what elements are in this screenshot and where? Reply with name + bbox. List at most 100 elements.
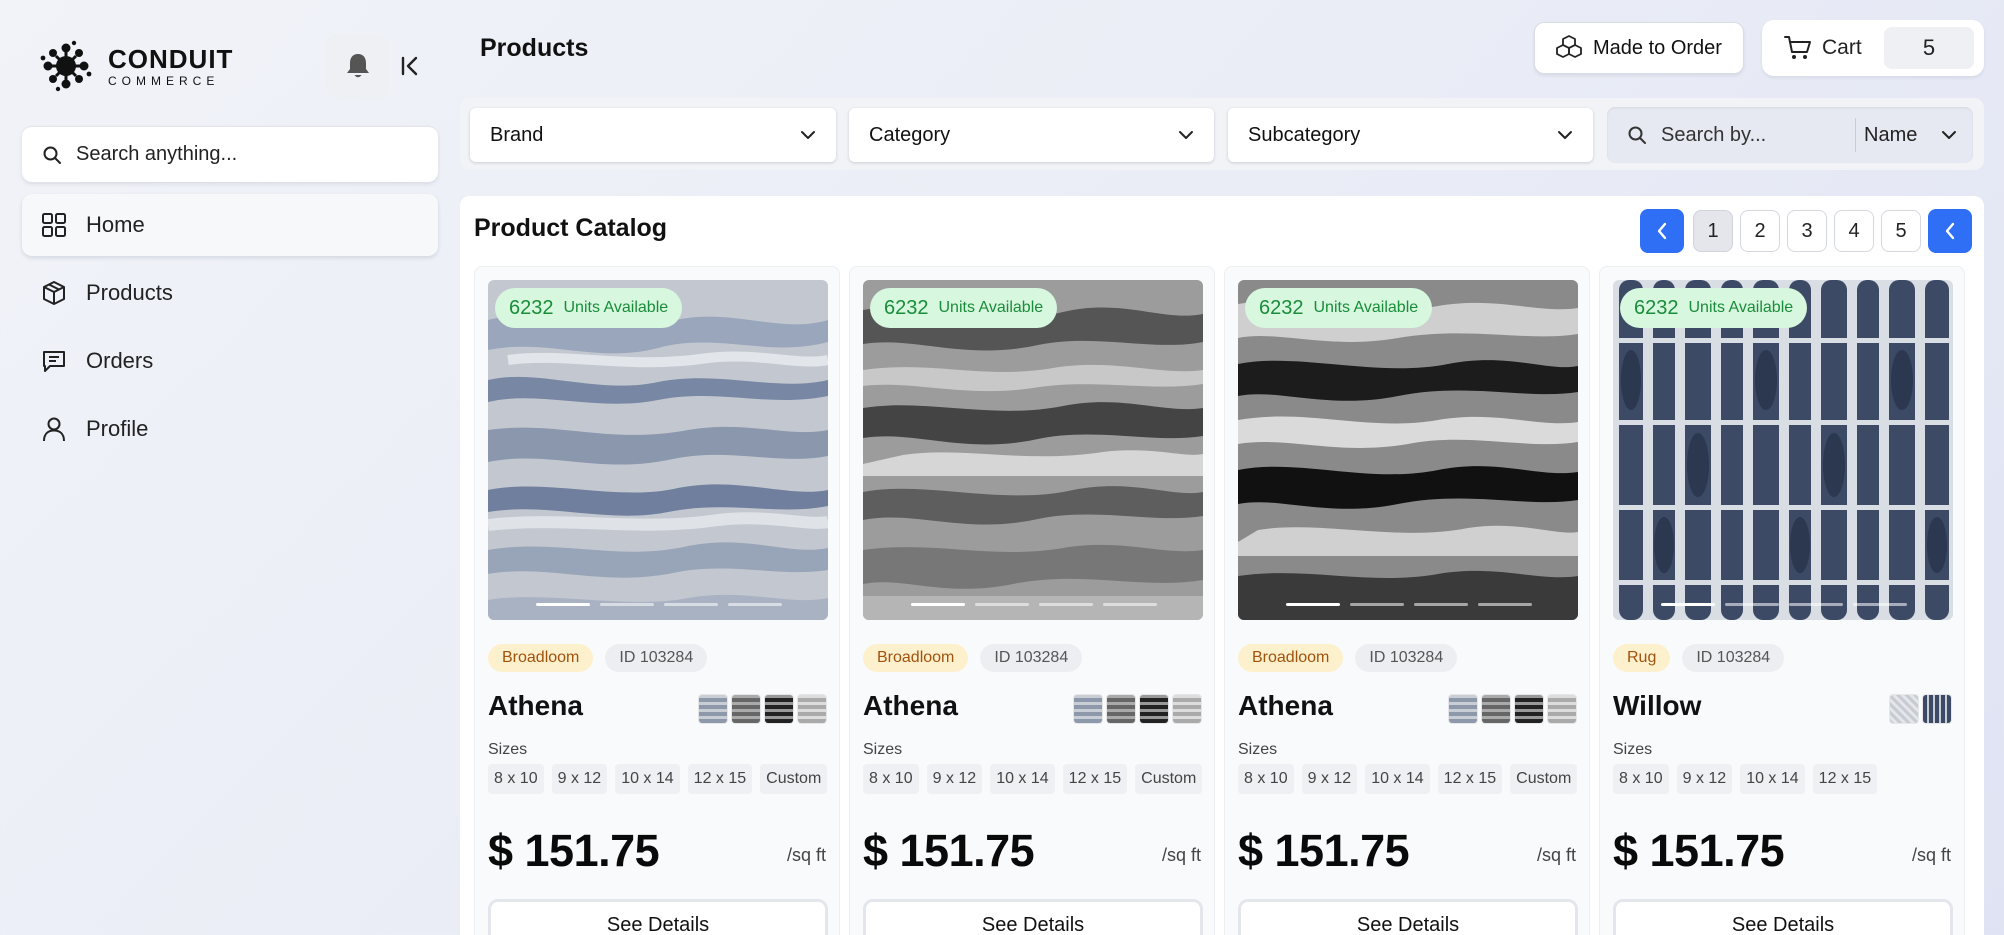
sidebar-item-orders[interactable]: Orders (22, 330, 438, 392)
color-swatch[interactable] (765, 695, 793, 723)
color-swatch[interactable] (1074, 695, 1102, 723)
page-button-4[interactable]: 4 (1834, 210, 1874, 252)
product-card[interactable]: 6232 Units Available Rug ID 103284 Willo… (1599, 266, 1965, 935)
cubes-icon (1556, 35, 1582, 58)
sidebar-item-products[interactable]: Products (22, 262, 438, 324)
subcategory-dropdown[interactable]: Subcategory (1228, 108, 1593, 162)
color-swatch[interactable] (732, 695, 760, 723)
chevron-down-icon (1179, 131, 1193, 139)
price-unit: /sq ft (1911, 845, 1951, 865)
collapse-sidebar-button[interactable] (398, 50, 422, 82)
see-details-button[interactable]: See Details (1238, 899, 1578, 935)
made-to-order-button[interactable]: Made to Order (1534, 22, 1744, 74)
user-icon (40, 415, 68, 443)
see-details-button[interactable]: See Details (863, 899, 1203, 935)
color-swatch[interactable] (1482, 695, 1510, 723)
sidebar-item-profile[interactable]: Profile (22, 398, 438, 460)
page-button-2[interactable]: 2 (1740, 210, 1780, 252)
color-swatch[interactable] (1923, 695, 1951, 723)
size-option[interactable]: 10 x 14 (1740, 764, 1805, 794)
size-option[interactable]: 10 x 14 (615, 764, 680, 794)
prev-page-button[interactable] (1640, 209, 1684, 253)
color-swatch[interactable] (1140, 695, 1168, 723)
page-button-1[interactable]: 1 (1693, 210, 1733, 252)
size-option[interactable]: 12 x 15 (1437, 764, 1503, 794)
size-option[interactable]: 8 x 10 (1238, 764, 1294, 794)
color-swatch[interactable] (1515, 695, 1543, 723)
price-unit: /sq ft (1161, 845, 1201, 865)
size-option[interactable]: 12 x 15 (687, 764, 753, 794)
color-swatch[interactable] (1107, 695, 1135, 723)
price-unit: /sq ft (786, 845, 826, 865)
page-title: Products (480, 34, 589, 62)
size-option[interactable]: 8 x 10 (863, 764, 919, 794)
size-option[interactable]: 10 x 14 (990, 764, 1055, 794)
size-option[interactable]: 9 x 12 (1301, 764, 1358, 794)
sidebar-item-home[interactable]: Home (22, 194, 438, 256)
size-options: 8 x 10 9 x 12 10 x 14 12 x 15 (1613, 764, 1885, 794)
notifications-button[interactable] (326, 34, 390, 98)
color-swatch[interactable] (1173, 695, 1201, 723)
product-card[interactable]: 6232 Units Available Broadloom ID 103284… (849, 266, 1215, 935)
product-card[interactable]: 6232 Units Available Broadloom ID 103284… (1224, 266, 1590, 935)
image-carousel-indicators[interactable] (911, 603, 1167, 606)
see-details-button[interactable]: See Details (488, 899, 828, 935)
product-type-tag: Broadloom (1238, 644, 1344, 672)
price-unit: /sq ft (1536, 845, 1576, 865)
color-swatch[interactable] (1449, 695, 1477, 723)
product-image[interactable]: 6232 Units Available (1238, 280, 1578, 620)
size-option[interactable]: 8 x 10 (1613, 764, 1669, 794)
next-page-button[interactable] (1928, 209, 1972, 253)
size-option[interactable]: 8 x 10 (488, 764, 544, 794)
search-field-select[interactable]: Name (1856, 124, 1973, 147)
chevron-left-icon (1945, 222, 1955, 240)
logo-icon (40, 40, 92, 92)
color-swatches (1069, 695, 1201, 723)
product-search-placeholder: Search by... (1661, 123, 1767, 146)
color-swatches (1444, 695, 1576, 723)
product-search-input[interactable]: Search by... (1607, 124, 1855, 147)
size-options: 8 x 10 9 x 12 10 x 14 12 x 15 Custom (488, 764, 835, 794)
color-swatch[interactable] (798, 695, 826, 723)
cart-button[interactable]: Cart 5 (1762, 20, 1984, 76)
see-details-button[interactable]: See Details (1613, 899, 1953, 935)
size-option[interactable]: 9 x 12 (926, 764, 983, 794)
product-image[interactable]: 6232 Units Available (488, 280, 828, 620)
size-option[interactable]: Custom (1510, 764, 1578, 794)
page-button-3[interactable]: 3 (1787, 210, 1827, 252)
catalog-title: Product Catalog (474, 214, 668, 242)
units-available-badge: 6232 Units Available (1245, 288, 1433, 328)
color-swatch[interactable] (1548, 695, 1576, 723)
brand-logo[interactable]: CONDUIT COMMERCE (40, 40, 233, 92)
size-option[interactable]: 9 x 12 (551, 764, 608, 794)
size-option[interactable]: 10 x 14 (1365, 764, 1430, 794)
product-image[interactable]: 6232 Units Available (863, 280, 1203, 620)
message-icon (40, 347, 68, 375)
image-carousel-indicators[interactable] (1286, 603, 1542, 606)
brand-dropdown[interactable]: Brand (470, 108, 836, 162)
made-to-order-label: Made to Order (1593, 36, 1722, 59)
global-search-input[interactable]: Search anything... (22, 126, 438, 182)
size-option[interactable]: Custom (1135, 764, 1203, 794)
product-type-tag: Rug (1613, 644, 1671, 672)
size-option[interactable]: 9 x 12 (1676, 764, 1733, 794)
units-count: 6232 (509, 296, 554, 319)
size-option[interactable]: 12 x 15 (1812, 764, 1878, 794)
size-option[interactable]: Custom (760, 764, 828, 794)
color-swatch[interactable] (1890, 695, 1918, 723)
brand-subtitle: COMMERCE (108, 73, 220, 88)
page-button-5[interactable]: 5 (1881, 210, 1921, 252)
collapse-icon (401, 56, 418, 76)
brand-name: CONDUIT (108, 43, 234, 74)
image-carousel-indicators[interactable] (1661, 603, 1917, 606)
category-dropdown[interactable]: Category (849, 108, 1214, 162)
product-price: $ 151.75 (1613, 825, 1785, 876)
product-card[interactable]: 6232 Units Available Broadloom ID 103284… (474, 266, 840, 935)
color-swatch[interactable] (699, 695, 727, 723)
search-icon (1628, 126, 1646, 144)
units-available-badge: 6232 Units Available (870, 288, 1058, 328)
size-option[interactable]: 12 x 15 (1062, 764, 1128, 794)
product-image[interactable]: 6232 Units Available (1613, 280, 1953, 620)
filter-bar: Brand Category Subcategory Search by... … (460, 98, 1984, 170)
image-carousel-indicators[interactable] (536, 603, 792, 606)
